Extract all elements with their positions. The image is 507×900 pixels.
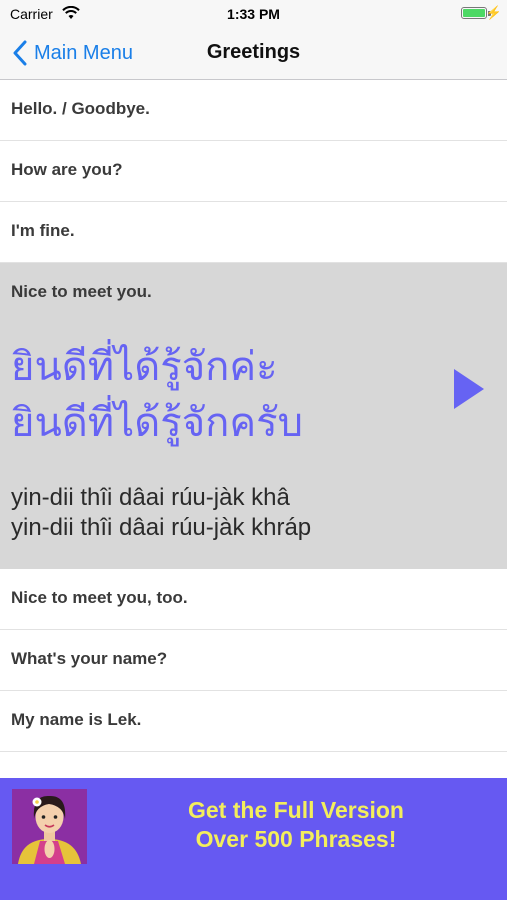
- navigation-bar: Main Menu Greetings: [0, 28, 507, 80]
- battery-icon: [461, 7, 487, 19]
- thai-line-male: ยินดีที่ได้รู้จักครับ: [11, 401, 303, 445]
- phrase-english: How are you?: [11, 160, 123, 179]
- phrase-list: Hello. / Goodbye. How are you? I'm fine.…: [0, 80, 507, 752]
- status-bar: Carrier 1:33 PM ⚡: [0, 0, 507, 28]
- phrase-english: What's your name?: [11, 649, 168, 668]
- phrase-english: I'm fine.: [11, 221, 75, 240]
- play-icon[interactable]: [452, 367, 486, 411]
- back-button-label: Main Menu: [34, 41, 133, 64]
- back-button[interactable]: Main Menu: [12, 39, 133, 67]
- romanization: yin-dii thîi dâai rúu-jàk khâ yin-dii th…: [11, 483, 311, 543]
- phrase-row[interactable]: What's your name?: [0, 630, 507, 691]
- phrase-english: My name is Lek.: [11, 710, 142, 729]
- promo-line-1: Get the Full Version: [188, 797, 404, 823]
- promo-text: Get the Full Version Over 500 Phrases!: [140, 796, 452, 854]
- upgrade-banner[interactable]: Get the Full Version Over 500 Phrases!: [0, 778, 507, 900]
- phrase-english: Hello. / Goodbye.: [11, 99, 150, 118]
- phrase-row-expanded[interactable]: Nice to meet you. ยินดีที่ได้รู้จักค่ะ ย…: [0, 263, 507, 569]
- charging-icon: ⚡: [485, 5, 502, 20]
- phrase-english: Nice to meet you, too.: [11, 588, 188, 607]
- back-chevron-icon: [13, 40, 27, 66]
- phrase-row[interactable]: Hello. / Goodbye.: [0, 80, 507, 141]
- thai-translation: ยินดีที่ได้รู้จักค่ะ ยินดีที่ได้รู้จักคร…: [11, 339, 303, 451]
- romanization-line-male: yin-dii thîi dâai rúu-jàk khráp: [11, 514, 312, 541]
- phrase-row[interactable]: My name is Lek.: [0, 691, 507, 752]
- thai-line-female: ยินดีที่ได้รู้จักค่ะ: [11, 345, 278, 389]
- phrase-row[interactable]: Nice to meet you, too.: [0, 569, 507, 630]
- romanization-line-female: yin-dii thîi dâai rúu-jàk khâ: [11, 484, 290, 511]
- status-time: 1:33 PM: [227, 6, 280, 22]
- avatar-image: [12, 789, 87, 864]
- phrase-english: Nice to meet you.: [11, 282, 152, 301]
- phrase-row[interactable]: How are you?: [0, 141, 507, 202]
- promo-line-2: Over 500 Phrases!: [195, 826, 397, 852]
- phrase-row[interactable]: I'm fine.: [0, 202, 507, 263]
